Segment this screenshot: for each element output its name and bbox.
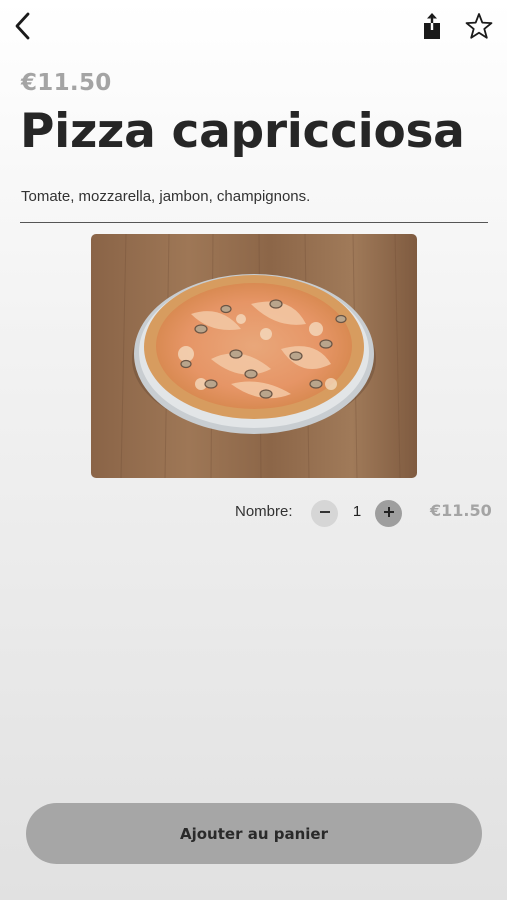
top-bar	[0, 0, 507, 60]
divider	[20, 222, 488, 223]
add-to-cart-label: Ajouter au panier	[180, 824, 328, 843]
favorite-button[interactable]	[462, 12, 496, 44]
back-button[interactable]	[8, 10, 38, 46]
share-icon	[421, 12, 443, 45]
quantity-row: Nombre: 1 €11.50	[0, 495, 507, 531]
share-button[interactable]	[418, 12, 446, 44]
quantity-value: 1	[352, 503, 362, 520]
star-outline-icon	[465, 12, 493, 45]
product-price: €11.50	[21, 70, 112, 96]
decrease-quantity-button[interactable]	[311, 500, 338, 527]
product-description: Tomate, mozzarella, jambon, champignons.	[21, 188, 311, 205]
product-title: Pizza capricciosa	[20, 104, 465, 159]
quantity-label: Nombre:	[235, 503, 293, 520]
minus-icon	[319, 505, 331, 523]
add-to-cart-button[interactable]: Ajouter au panier	[26, 803, 482, 864]
total-price: €11.50	[430, 501, 492, 520]
plus-icon	[383, 505, 395, 523]
increase-quantity-button[interactable]	[375, 500, 402, 527]
chevron-left-icon	[13, 12, 33, 45]
pizza-photo	[91, 234, 417, 478]
